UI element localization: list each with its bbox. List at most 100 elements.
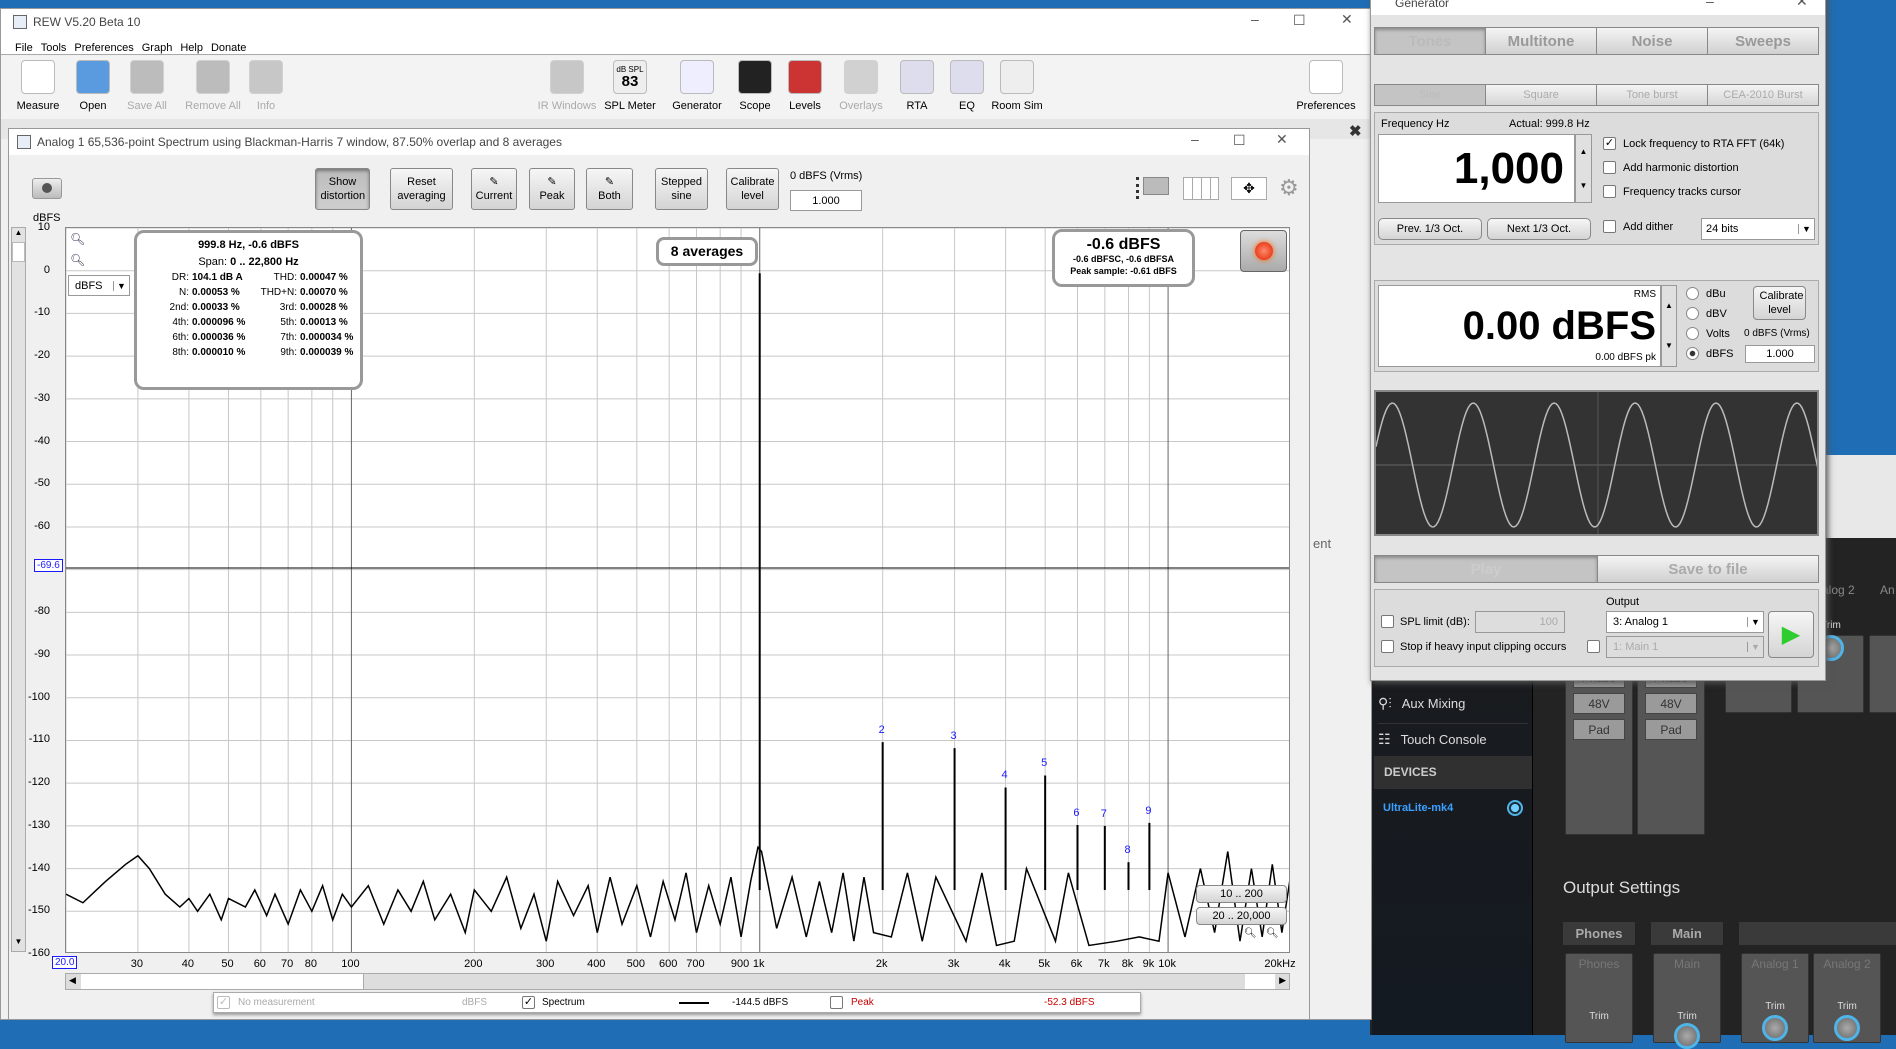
close-button[interactable]: ✕ <box>1796 0 1808 10</box>
toolbar-ir-windows-button[interactable]: IR Windows <box>537 60 597 112</box>
device-ultralite[interactable]: UltraLite-mk4 <box>1383 802 1453 814</box>
toolbar-measure-button[interactable]: Measure <box>8 60 68 112</box>
pan-arrows-icon[interactable]: ✥ <box>1231 177 1267 200</box>
toolbar-save-all-button[interactable]: Save All <box>117 60 177 112</box>
both-button[interactable]: ✎ Both <box>586 168 633 210</box>
toolbar-info-button[interactable]: Info <box>236 60 296 112</box>
add-dither-checkbox[interactable] <box>1603 220 1616 233</box>
spl-limit-checkbox[interactable] <box>1381 615 1394 628</box>
toolbar-levels-button[interactable]: Levels <box>775 60 835 112</box>
reset-averaging-button[interactable]: Reset averaging <box>390 168 453 210</box>
menu-tools[interactable]: Tools <box>41 42 67 54</box>
graph-size-icon[interactable] <box>1136 177 1170 199</box>
toolbar-remove-all-button[interactable]: Remove All <box>183 60 243 112</box>
stepped-sine-button[interactable]: Stepped sine <box>655 168 708 210</box>
vertical-scrollbar[interactable]: ▲ ▼ <box>11 227 26 952</box>
toolbar-open-button[interactable]: Open <box>63 60 123 112</box>
zoom-in-icon[interactable]: 🔍︎ <box>70 232 85 246</box>
close-button[interactable]: ✕ <box>1276 131 1288 148</box>
minimize-button[interactable]: – <box>1706 0 1714 9</box>
generator-vrms-input[interactable]: 1.000 <box>1745 345 1815 363</box>
level-input[interactable]: RMS 0.00 dBFS 0.00 dBFS pk <box>1378 285 1661 367</box>
spl-limit-input[interactable]: 100 <box>1475 611 1565 633</box>
scrollbar-thumb[interactable] <box>81 974 364 989</box>
columns-icon[interactable] <box>1183 177 1219 200</box>
subtab-square[interactable]: Square <box>1485 84 1597 106</box>
trim-knob[interactable] <box>1834 1015 1860 1041</box>
output-select[interactable]: 3: Analog 1 ▼ <box>1606 611 1764 633</box>
menu-graph[interactable]: Graph <box>142 42 173 54</box>
prev-third-octave-button[interactable]: Prev. 1/3 Oct. <box>1378 218 1482 240</box>
unit-radio-dbfs[interactable] <box>1686 347 1699 360</box>
record-button[interactable] <box>1240 230 1287 272</box>
level-spinner[interactable]: ▲ ▼ <box>1661 285 1677 367</box>
range-10-200-button[interactable]: 10 .. 200 <box>1196 885 1287 903</box>
tab-tones[interactable]: Tones <box>1374 27 1486 55</box>
minimize-button[interactable]: – <box>1251 11 1259 27</box>
gear-icon[interactable]: ⚙ <box>1279 176 1299 200</box>
spectrum-checkbox[interactable]: ✓ <box>522 996 535 1009</box>
menu-file[interactable]: File <box>15 42 33 54</box>
maximize-button[interactable]: ☐ <box>1233 132 1246 149</box>
output-tab-phones[interactable]: Phones <box>1563 922 1635 945</box>
option-checkbox[interactable] <box>1603 185 1616 198</box>
calibrate-level-button[interactable]: Calibrate level <box>726 168 779 210</box>
toolbar-room-sim-button[interactable]: Room Sim <box>987 60 1047 112</box>
subtab-sine[interactable]: Sine <box>1374 84 1486 106</box>
frequency-input[interactable]: 1,000 <box>1378 134 1575 203</box>
frequency-spinner[interactable]: ▲ ▼ <box>1575 134 1592 203</box>
screenshot-button[interactable] <box>32 178 62 199</box>
unit-radio-dbu[interactable] <box>1686 287 1699 300</box>
dismiss-notification-button[interactable]: ✖ <box>1349 122 1362 140</box>
vrms-input[interactable]: 1.000 <box>790 190 862 211</box>
secondary-output-checkbox[interactable] <box>1587 640 1600 653</box>
option-checkbox[interactable]: ✓ <box>1603 137 1616 150</box>
stop-clipping-checkbox[interactable] <box>1381 640 1394 653</box>
maximize-button[interactable]: ☐ <box>1293 12 1306 29</box>
toolbar-generator-button[interactable]: Generator <box>667 60 727 112</box>
zoom-in-icon[interactable]: 🔍︎ <box>1266 928 1279 939</box>
save-to-file-button[interactable]: Save to file <box>1597 555 1819 583</box>
horizontal-scrollbar[interactable]: ◀ ▶ <box>65 973 1290 990</box>
peak-checkbox[interactable] <box>830 996 843 1009</box>
peak-button[interactable]: ✎ Peak <box>529 168 575 210</box>
secondary-output-select[interactable]: 1: Main 1 ▼ <box>1606 636 1764 658</box>
toolbar-overlays-button[interactable]: Overlays <box>831 60 891 112</box>
trim-knob[interactable] <box>1674 1023 1700 1049</box>
option-checkbox[interactable] <box>1603 161 1616 174</box>
trim-knob[interactable] <box>1762 1015 1788 1041</box>
minimize-button[interactable]: – <box>1191 131 1199 147</box>
zoom-out-icon[interactable]: 🔍︎ <box>70 253 85 267</box>
close-button[interactable]: ✕ <box>1341 11 1353 28</box>
play-button[interactable]: Play <box>1374 555 1598 583</box>
show-distortion-button[interactable]: Show distortion <box>315 168 370 210</box>
48v-button[interactable]: 48V <box>1573 693 1625 714</box>
generator-play-button[interactable]: ▶ <box>1768 611 1814 658</box>
menu-help[interactable]: Help <box>180 42 203 54</box>
pad-button[interactable]: Pad <box>1645 719 1697 740</box>
range-20-20000-button[interactable]: 20 .. 20,000 <box>1196 907 1287 925</box>
subtab-cea-2010-burst[interactable]: CEA-2010 Burst <box>1707 84 1819 106</box>
no-measurement-checkbox[interactable]: ✓ <box>217 996 230 1009</box>
toolbar-spl-meter-button[interactable]: dB SPL 83 SPL Meter <box>600 60 660 112</box>
unit-select[interactable]: dBFS ▼ <box>68 275 130 296</box>
menu-donate[interactable]: Donate <box>211 42 246 54</box>
unit-radio-dbv[interactable] <box>1686 307 1699 320</box>
48v-button[interactable]: 48V <box>1645 693 1697 714</box>
tab-multitone[interactable]: Multitone <box>1485 27 1597 55</box>
bits-select[interactable]: 24 bits ▼ <box>1701 218 1815 240</box>
unit-radio-volts[interactable] <box>1686 327 1699 340</box>
pad-button[interactable]: Pad <box>1573 719 1625 740</box>
tab-sweeps[interactable]: Sweeps <box>1707 27 1819 55</box>
sidebar-item-aux-mixing[interactable]: ⚲⫶ Aux Mixing <box>1378 688 1528 718</box>
current-button[interactable]: ✎ Current <box>471 168 517 210</box>
next-third-octave-button[interactable]: Next 1/3 Oct. <box>1487 218 1591 240</box>
toolbar-preferences-button[interactable]: Preferences <box>1296 60 1356 112</box>
generator-calibrate-button[interactable]: Calibrate level <box>1753 286 1806 320</box>
sidebar-item-touch-console[interactable]: ☷ Touch Console <box>1378 723 1528 755</box>
subtab-tone-burst[interactable]: Tone burst <box>1596 84 1708 106</box>
output-tab-main[interactable]: Main <box>1651 922 1723 945</box>
menu-preferences[interactable]: Preferences <box>74 42 133 54</box>
zoom-out-icon[interactable]: 🔍︎ <box>1244 928 1257 939</box>
tab-noise[interactable]: Noise <box>1596 27 1708 55</box>
